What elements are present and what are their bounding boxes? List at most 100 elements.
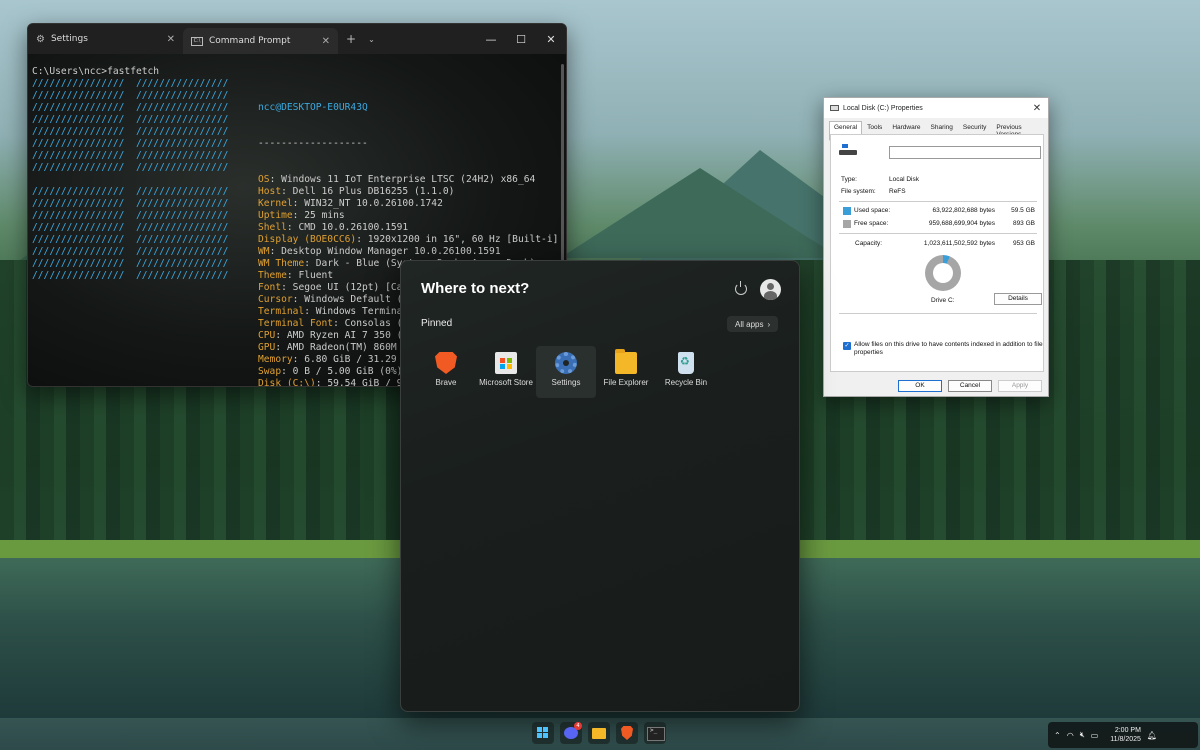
info-key: Kernel — [258, 198, 293, 209]
info-colon: : — [292, 210, 305, 221]
start-icon[interactable] — [532, 722, 554, 744]
wifi-icon[interactable]: ◠ — [1067, 731, 1074, 740]
info-row: Uptime: 25 mins — [258, 210, 558, 222]
app-label: Settings — [551, 378, 581, 387]
volume-muted-icon[interactable]: 🔇︎ — [1080, 730, 1085, 740]
info-key: WM Theme — [258, 258, 305, 269]
info-colon: : — [269, 174, 282, 185]
ascii-logo-line: //////////////// //////////////// — [32, 150, 229, 161]
drive-letter-label: Drive C: — [931, 297, 955, 304]
close-tab-icon[interactable]: ✕ — [322, 36, 330, 47]
info-value: Desktop Window Manager 10.0.26100.1591 — [281, 246, 501, 257]
free-space-label: Free space: — [854, 220, 889, 227]
start-menu-title: Where to next? — [421, 280, 530, 297]
info-colon: : — [275, 342, 287, 353]
discord-icon[interactable]: 4 — [560, 722, 582, 744]
notification-bell-icon[interactable]: 🔔︎ — [1147, 731, 1157, 740]
tab-settings[interactable]: ⚙ Settings ✕ — [28, 24, 183, 54]
windows-ascii-logo: //////////////// ///////////////////////… — [32, 78, 228, 282]
info-key: GPU — [258, 342, 276, 353]
clock[interactable]: 2:00 PM 11/8/2025 — [1110, 726, 1141, 744]
app-label: Recycle Bin — [664, 378, 708, 387]
close-button[interactable]: ✕ — [1026, 103, 1048, 114]
app-label: Microsoft Store — [479, 378, 533, 387]
taskbar-apps: 4 — [532, 722, 666, 744]
pinned-app-settings[interactable]: Settings — [536, 346, 596, 398]
pinned-app-recycle-bin[interactable]: Recycle Bin — [656, 346, 716, 398]
pinned-app-microsoft-store[interactable]: Microsoft Store — [476, 346, 536, 398]
file-system-value: ReFS — [889, 188, 906, 195]
minimize-button[interactable]: — — [476, 24, 506, 54]
dialog-title: Local Disk (C:) Properties — [843, 104, 923, 112]
info-key: WM — [258, 246, 270, 257]
palette-swatch — [377, 386, 394, 387]
power-icon[interactable] — [735, 281, 747, 295]
brave-icon[interactable] — [616, 722, 638, 744]
cancel-button[interactable]: Cancel — [948, 380, 992, 392]
chevron-down-icon[interactable]: ⌄ — [364, 24, 379, 54]
ascii-logo-line: //////////////// //////////////// — [32, 90, 229, 101]
info-key: Terminal — [258, 306, 305, 317]
info-row: WM: Desktop Window Manager 10.0.26100.15… — [258, 246, 558, 258]
info-value: 6.80 GiB / 31.29 G — [304, 354, 409, 365]
info-key: OS — [258, 174, 270, 185]
info-row: OS: Windows 11 IoT Enterprise LTSC (24H2… — [258, 174, 558, 186]
capacity-bytes: 1,023,611,502,592 bytes — [923, 240, 995, 247]
new-tab-button[interactable]: + — [338, 24, 364, 54]
palette-swatch — [360, 386, 377, 387]
settings-icon — [555, 352, 577, 374]
pinned-apps-grid: Brave Microsoft Store Settings File Expl… — [416, 346, 716, 398]
ascii-logo-line: //////////////// //////////////// — [32, 138, 229, 149]
free-space-gb: 893 GB — [1012, 220, 1035, 227]
ascii-logo-line: //////////////// //////////////// — [32, 126, 229, 137]
maximize-button[interactable]: ☐ — [506, 24, 536, 54]
info-colon: : — [281, 366, 293, 377]
type-label: Type: — [841, 176, 857, 183]
info-row: Host: Dell 16 Plus DB16255 (1.1.0) — [258, 186, 558, 198]
info-colon: : — [286, 270, 299, 281]
info-key: CPU — [258, 330, 276, 341]
drive-name-input[interactable] — [889, 146, 1041, 159]
terminal-tab-bar: ⚙ Settings ✕ C:\ Command Prompt ✕ + ⌄ — … — [28, 24, 566, 54]
capacity-gb: 953 GB — [1012, 240, 1035, 247]
ascii-logo-line: //////////////// //////////////// — [32, 114, 229, 125]
info-value: CMD 10.0.26100.1591 — [298, 222, 409, 233]
window-controls: — ☐ ✕ — [476, 24, 566, 54]
index-checkbox[interactable]: ✓ — [843, 342, 851, 350]
ascii-logo-line — [32, 174, 228, 186]
info-key: Terminal Font — [258, 318, 334, 329]
info-value: Fluent — [298, 270, 334, 281]
disk-usage-donut-chart — [925, 255, 961, 291]
battery-icon[interactable]: ▭ — [1091, 731, 1099, 740]
ascii-logo-line: //////////////// //////////////// — [32, 270, 229, 281]
info-value: 25 mins — [304, 210, 345, 221]
info-colon: : — [356, 234, 368, 245]
apply-button[interactable]: Apply — [998, 380, 1042, 392]
info-key: Uptime — [258, 210, 293, 221]
terminal-icon[interactable] — [644, 722, 666, 744]
close-tab-icon[interactable]: ✕ — [167, 34, 175, 45]
tab-label: Command Prompt — [209, 36, 291, 46]
all-apps-button[interactable]: All apps › — [727, 316, 779, 332]
close-button[interactable]: ✕ — [536, 24, 566, 54]
general-tab-panel: Type: Local Disk File system: ReFS Used … — [830, 134, 1044, 372]
chevron-up-icon[interactable]: ⌃ — [1054, 731, 1061, 740]
file-system-label: File system: — [841, 188, 876, 195]
cmd-icon: C:\ — [191, 36, 203, 46]
user-host: ncc@DESKTOP-E0UR43Q — [258, 102, 368, 113]
user-avatar[interactable] — [760, 279, 781, 300]
tab-command-prompt[interactable]: C:\ Command Prompt ✕ — [183, 28, 338, 54]
free-space-bytes: 959,688,699,904 bytes — [928, 220, 995, 227]
info-colon: : — [281, 282, 293, 293]
details-button[interactable]: Details — [994, 293, 1042, 305]
file-explorer-icon[interactable] — [588, 722, 610, 744]
ok-button[interactable]: OK — [898, 380, 942, 392]
gear-icon: ⚙ — [36, 33, 45, 45]
pinned-app-brave[interactable]: Brave — [416, 346, 476, 398]
recycle-bin-icon — [678, 352, 694, 374]
ascii-logo-line: //////////////// //////////////// — [32, 162, 229, 173]
palette-swatch — [343, 386, 360, 387]
ascii-logo-line: //////////////// //////////////// — [32, 234, 229, 245]
pinned-app-file-explorer[interactable]: File Explorer — [596, 346, 656, 398]
info-colon: : — [275, 330, 287, 341]
